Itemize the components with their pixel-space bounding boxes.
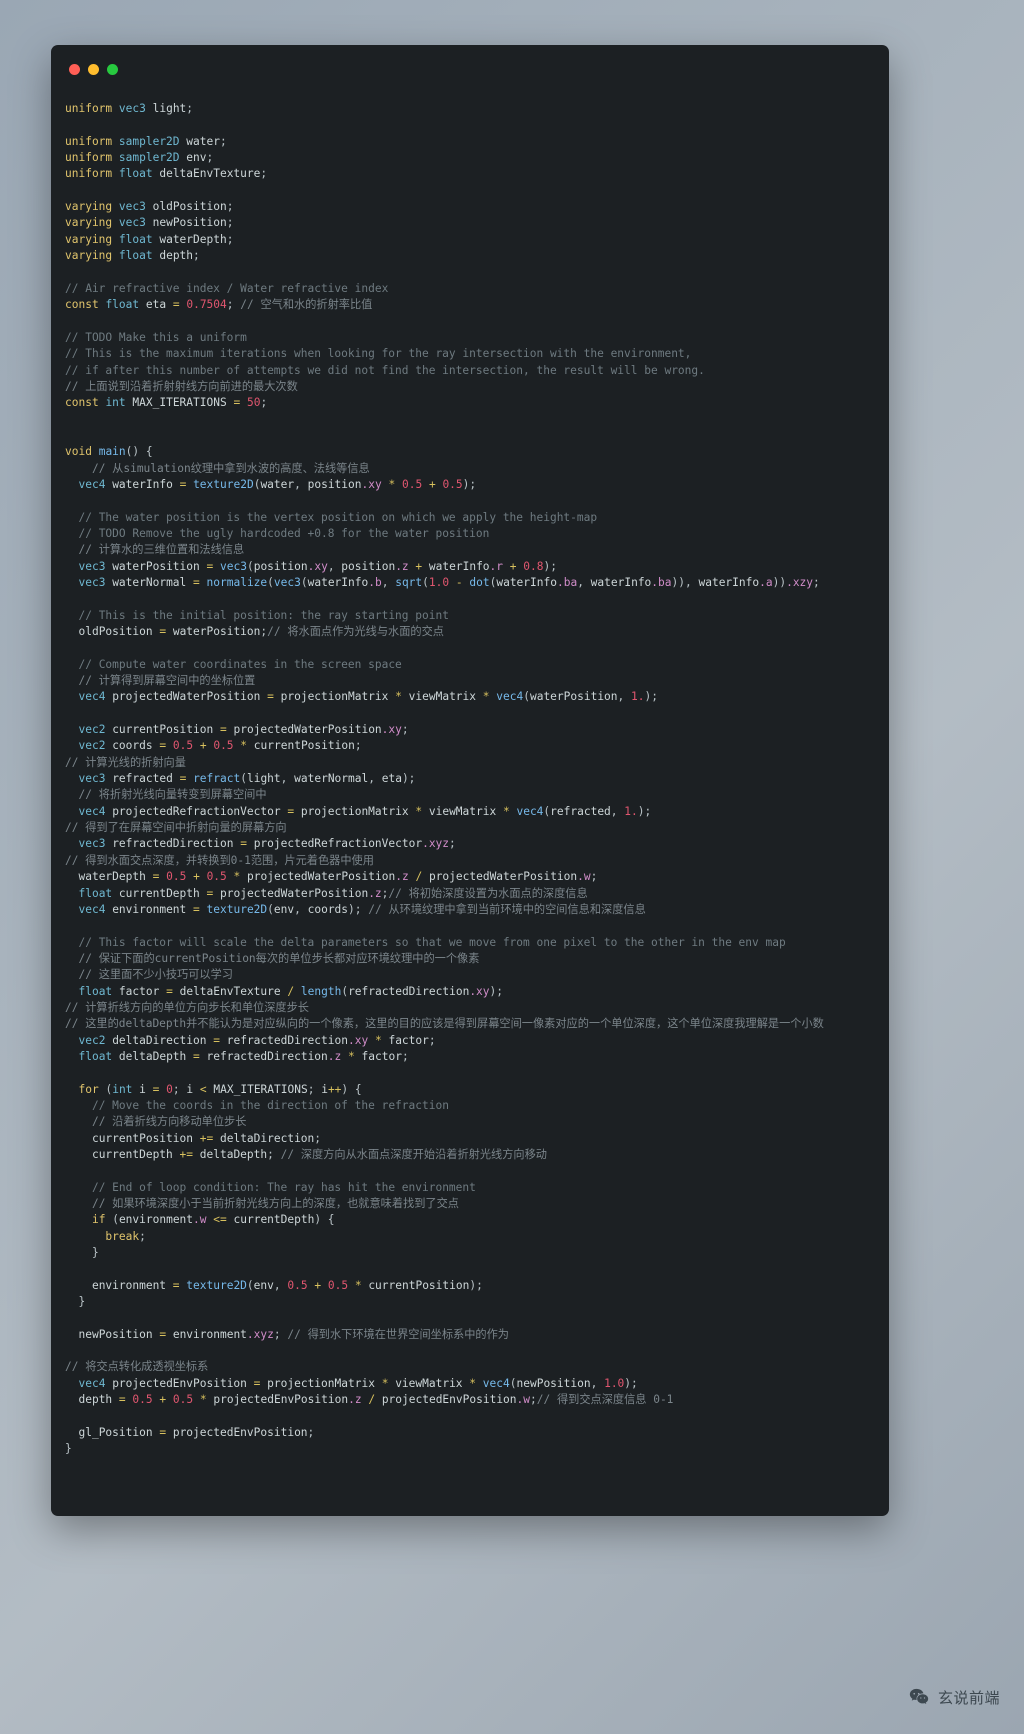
code-line: float deltaDepth = refractedDirection.z … xyxy=(78,1049,409,1063)
code-line: currentDepth += deltaDepth; // 深度方向从水面点深… xyxy=(91,1148,547,1161)
watermark-label: 玄说前端 xyxy=(937,1688,1000,1707)
code-line: uniform vec3 light; xyxy=(65,102,194,115)
code-line: for (int i = 0; i < MAX_ITERATIONS; i++)… xyxy=(78,1082,362,1096)
code-line: environment = texture2D(env, 0.5 + 0.5 *… xyxy=(91,1278,483,1292)
code-line: // 从simulation纹理中拿到水波的高度、法线等信息 xyxy=(91,461,370,475)
code-line: varying float depth; xyxy=(65,249,200,263)
maximize-button-icon[interactable] xyxy=(107,64,118,75)
code-line: float currentDepth = projectedWaterPosit… xyxy=(78,886,588,900)
code-line: // Air refractive index / Water refracti… xyxy=(65,281,389,295)
code-line: // The water position is the vertex posi… xyxy=(78,510,598,524)
code-line: uniform sampler2D env; xyxy=(65,151,214,165)
code-line: // 计算得到屏幕空间中的坐标位置 xyxy=(78,674,256,688)
code-line: // 将交点转化成透视坐标系 xyxy=(65,1360,209,1374)
code-line: vec3 waterPosition = vec3(position.xy, p… xyxy=(78,559,557,573)
code-line: break; xyxy=(105,1229,146,1243)
code-line: // 沿着折线方向移动单位步长 xyxy=(91,1115,247,1129)
code-line: newPosition = environment.xyz; // 得到水下环境… xyxy=(78,1327,509,1341)
code-line: waterDepth = 0.5 + 0.5 * projectedWaterP… xyxy=(78,870,598,884)
traffic-light-buttons xyxy=(69,64,118,75)
wechat-icon xyxy=(908,1686,930,1708)
code-line: // This is the initial position: the ray… xyxy=(78,608,449,622)
code-line: // TODO Remove the ugly hardcoded +0.8 f… xyxy=(78,526,490,540)
code-line: // End of loop condition: The ray has hi… xyxy=(91,1180,476,1194)
code-line: vec2 currentPosition = projectedWaterPos… xyxy=(78,723,409,737)
code-line: // 这里的deltaDepth并不能认为是对应纵向的一个像素，这里的目的应该是… xyxy=(65,1017,824,1031)
code-window: uniform vec3 light; uniform sampler2D wa… xyxy=(51,45,889,1516)
code-line: // 得到水面交点深度，并转换到0-1范围，片元着色器中使用 xyxy=(65,853,374,867)
code-line: void main() { xyxy=(65,445,153,459)
code-line: // Move the coords in the direction of t… xyxy=(91,1098,449,1112)
code-line: uniform sampler2D water; xyxy=(65,134,227,148)
code-line: // 保证下面的currentPosition每次的单位步长都对应环境纹理中的一… xyxy=(78,951,480,965)
minimize-button-icon[interactable] xyxy=(88,64,99,75)
code-line: vec2 deltaDirection = refractedDirection… xyxy=(78,1033,436,1047)
code-line: // Compute water coordinates in the scre… xyxy=(78,657,402,671)
code-line: vec4 waterInfo = texture2D(water, positi… xyxy=(78,477,477,491)
code-line: } xyxy=(91,1246,99,1260)
code-line: } xyxy=(78,1295,86,1309)
code-line: const float eta = 0.7504; // 空气和水的折射率比值 xyxy=(65,298,373,312)
code-line: const int MAX_ITERATIONS = 50; xyxy=(65,396,268,410)
code-line: vec3 refracted = refract(light, waterNor… xyxy=(78,772,416,786)
code-line: vec4 projectedRefractionVector = project… xyxy=(78,804,652,818)
code-line: vec4 projectedWaterPosition = projection… xyxy=(78,690,658,704)
code-line: // TODO Make this a uniform xyxy=(65,330,247,344)
code-block[interactable]: uniform vec3 light; uniform sampler2D wa… xyxy=(51,89,889,1476)
code-line: float factor = deltaEnvTexture / length(… xyxy=(78,984,504,998)
code-line: // This is the maximum iterations when l… xyxy=(65,347,692,361)
code-line: currentPosition += deltaDirection; xyxy=(91,1131,322,1145)
code-line: varying float waterDepth; xyxy=(65,232,234,246)
window-titlebar xyxy=(51,45,889,89)
code-line: vec4 environment = texture2D(env, coords… xyxy=(78,902,646,916)
code-line: varying vec3 oldPosition; xyxy=(65,200,234,214)
code-line: // 计算光线的折射向量 xyxy=(65,755,186,769)
code-line: // 计算折线方向的单位方向步长和单位深度步长 xyxy=(65,1000,309,1014)
close-button-icon[interactable] xyxy=(69,64,80,75)
code-line: uniform float deltaEnvTexture; xyxy=(65,167,268,181)
code-line: vec3 waterNormal = normalize(vec3(waterI… xyxy=(78,575,820,589)
watermark: 玄说前端 xyxy=(908,1686,1000,1708)
code-line: vec2 coords = 0.5 + 0.5 * currentPositio… xyxy=(78,739,362,753)
code-line: depth = 0.5 + 0.5 * projectedEnvPosition… xyxy=(78,1393,674,1407)
code-line: // 这里面不少小技巧可以学习 xyxy=(78,968,233,982)
code-line: vec3 refractedDirection = projectedRefra… xyxy=(78,837,456,851)
code-line: // if after this number of attempts we d… xyxy=(65,363,705,377)
code-line: // 上面说到沿着折射射线方向前进的最大次数 xyxy=(65,379,298,393)
code-line: varying vec3 newPosition; xyxy=(65,216,234,230)
code-line: oldPosition = waterPosition;// 将水面点作为光线与… xyxy=(78,625,444,638)
code-line: // 如果环境深度小于当前折射光线方向上的深度，也就意味着找到了交点 xyxy=(91,1197,459,1211)
code-line: // 得到了在屏幕空间中折射向量的屏幕方向 xyxy=(65,821,287,835)
code-line: } xyxy=(65,1442,72,1456)
code-line: // 将折射光线向量转变到屏幕空间中 xyxy=(78,788,267,802)
code-line: vec4 projectedEnvPosition = projectionMa… xyxy=(78,1376,638,1390)
code-line: // 计算水的三维位置和法线信息 xyxy=(78,543,245,557)
code-line: if (environment.w <= currentDepth) { xyxy=(91,1213,335,1227)
code-line: // This factor will scale the delta para… xyxy=(78,935,786,949)
code-line: gl_Position = projectedEnvPosition; xyxy=(78,1425,315,1439)
